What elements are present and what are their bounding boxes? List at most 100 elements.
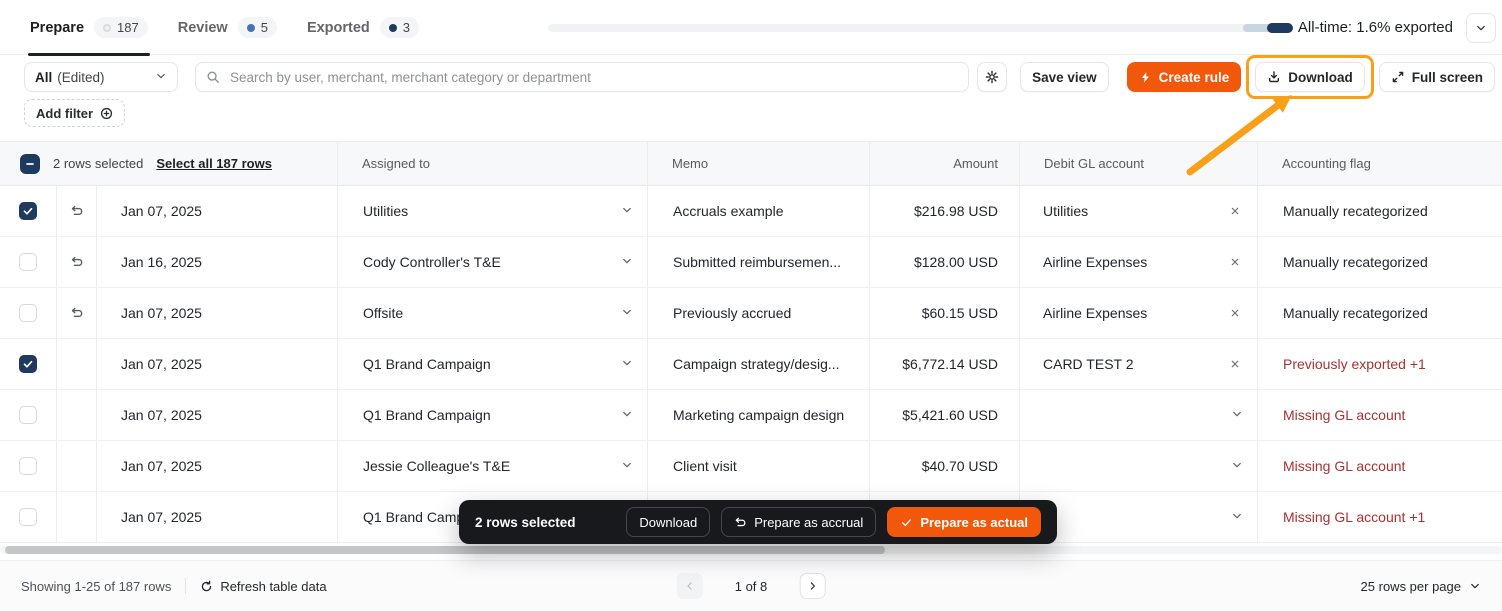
table-settings-button[interactable] (977, 62, 1007, 92)
prev-page-button[interactable] (677, 573, 703, 599)
add-filter-label: Add filter (36, 106, 93, 121)
clear-gl-button[interactable] (1227, 254, 1243, 270)
showing-rows-label: Showing 1-25 of 187 rows (21, 579, 171, 594)
tab-exported-count: 3 (403, 20, 410, 35)
memo-value: Submitted reimbursemen... (673, 254, 841, 270)
row-checkbox[interactable] (19, 202, 37, 220)
table-header: 2 rows selected Select all 187 rows Assi… (0, 141, 1502, 186)
memo-cell[interactable]: Accruals example (648, 186, 870, 236)
save-view-button[interactable]: Save view (1020, 62, 1109, 92)
row-checkbox[interactable] (19, 355, 37, 373)
assigned-to-dropdown[interactable]: Jessie Colleague's T&E (338, 441, 648, 491)
table-body: Jan 07, 2025 Utilities Accruals example … (0, 186, 1502, 543)
search-input[interactable] (228, 69, 958, 86)
tab-prepare-count: 187 (117, 20, 139, 35)
refresh-table-button[interactable]: Refresh table data (200, 579, 326, 594)
tab-prepare-label: Prepare (30, 20, 84, 36)
clear-gl-button[interactable] (1227, 305, 1243, 321)
selection-count: 2 rows selected (53, 156, 143, 171)
column-header-memo[interactable]: Memo (648, 142, 870, 185)
tab-prepare[interactable]: Prepare 187 (28, 0, 150, 55)
table-footer: Showing 1-25 of 187 rows Refresh table d… (0, 560, 1502, 611)
add-filter-button[interactable]: Add filter (24, 99, 125, 127)
row-checkbox[interactable] (19, 457, 37, 475)
memo-cell[interactable]: Client visit (648, 441, 870, 491)
memo-cell[interactable]: Previously accrued (648, 288, 870, 338)
row-checkbox[interactable] (19, 304, 37, 322)
flag-value: Missing GL account (1283, 407, 1405, 423)
tab-review[interactable]: Review 5 (176, 0, 279, 55)
bulk-selection-count: 2 rows selected (475, 515, 576, 530)
assigned-to-dropdown[interactable]: Q1 Brand Campaign (338, 390, 648, 440)
next-page-button[interactable] (799, 573, 825, 599)
amount-cell: $128.00 USD (870, 237, 1020, 287)
progress-ring-icon (103, 24, 111, 32)
page-indicator: 1 of 8 (735, 579, 768, 594)
gl-account-dropdown[interactable] (1020, 390, 1258, 440)
memo-cell[interactable]: Submitted reimbursemen... (648, 237, 870, 287)
transaction-date: Jan 16, 2025 (97, 237, 338, 287)
search-field[interactable] (195, 62, 969, 92)
create-rule-button[interactable]: Create rule (1127, 62, 1242, 92)
download-label: Download (1288, 70, 1353, 85)
clear-gl-button[interactable] (1227, 203, 1243, 219)
memo-cell[interactable]: Marketing campaign design (648, 390, 870, 440)
transaction-date: Jan 07, 2025 (97, 390, 338, 440)
select-all-checkbox[interactable] (20, 154, 40, 174)
row-checkbox[interactable] (19, 508, 37, 526)
tab-exported[interactable]: Exported 3 (305, 0, 421, 55)
close-icon (1229, 358, 1241, 370)
table-controls: All (Edited) Save view Create rule Downl… (0, 55, 1502, 99)
tab-exported-label: Exported (307, 20, 370, 36)
repeat-icon (70, 204, 84, 218)
memo-value: Previously accrued (673, 305, 791, 321)
assigned-to-dropdown[interactable]: Utilities (338, 186, 648, 236)
full-screen-button[interactable]: Full screen (1379, 62, 1495, 92)
gl-account-dropdown[interactable]: Airline Expenses (1020, 288, 1258, 338)
row-checkbox[interactable] (19, 253, 37, 271)
select-all-link[interactable]: Select all 187 rows (156, 156, 272, 171)
gl-account-value: Utilities (1043, 203, 1088, 219)
gl-account-dropdown[interactable] (1020, 441, 1258, 491)
progress-segment-exported (1267, 23, 1293, 33)
scrollbar-thumb[interactable] (5, 546, 885, 554)
clear-gl-button[interactable] (1227, 356, 1243, 372)
assigned-to-dropdown[interactable]: Cody Controller's T&E (338, 237, 648, 287)
table-row: Jan 07, 2025 Q1 Brand Campaign Campaign … (0, 339, 1502, 390)
column-header-debit-gl[interactable]: Debit GL account (1020, 142, 1258, 185)
tab-exported-badge: 3 (380, 17, 419, 38)
rows-per-page-dropdown[interactable]: 25 rows per page (1361, 561, 1481, 611)
accounting-transactions-page: Prepare 187 Review 5 Exported 3 (0, 0, 1502, 611)
amount-cell: $6,772.14 USD (870, 339, 1020, 389)
amount-cell: $5,421.60 USD (870, 390, 1020, 440)
assigned-to-value: Offsite (363, 305, 403, 321)
accounting-flag-cell: Manually recategorized (1258, 186, 1502, 236)
assigned-to-dropdown[interactable]: Offsite (338, 288, 648, 338)
gl-account-dropdown[interactable]: Airline Expenses (1020, 237, 1258, 287)
bulk-download-button[interactable]: Download (626, 507, 710, 537)
chevron-down-icon (1231, 408, 1243, 420)
transaction-date: Jan 07, 2025 (97, 186, 338, 236)
close-icon (1229, 307, 1241, 319)
filter-dropdown[interactable]: All (Edited) (24, 62, 178, 92)
prepare-as-accrual-label: Prepare as accrual (754, 515, 863, 530)
download-button[interactable]: Download (1255, 62, 1365, 92)
prepare-as-accrual-button[interactable]: Prepare as accrual (721, 507, 876, 537)
refresh-label: Refresh table data (220, 579, 326, 594)
memo-value: Accruals example (673, 203, 784, 219)
row-checkbox[interactable] (19, 406, 37, 424)
prepare-as-actual-button[interactable]: Prepare as actual (887, 507, 1041, 537)
chevron-down-icon (1231, 459, 1243, 471)
memo-cell[interactable]: Campaign strategy/desig... (648, 339, 870, 389)
close-icon (1229, 205, 1241, 217)
gl-account-dropdown[interactable]: CARD TEST 2 (1020, 339, 1258, 389)
chevron-down-icon (1231, 510, 1243, 522)
column-header-accounting-flag[interactable]: Accounting flag (1258, 142, 1502, 185)
column-header-assigned-to[interactable]: Assigned to (338, 142, 648, 185)
column-header-amount[interactable]: Amount (870, 142, 1020, 185)
alltime-expand-button[interactable] (1466, 13, 1496, 43)
assigned-to-dropdown[interactable]: Q1 Brand Campaign (338, 339, 648, 389)
gl-account-dropdown[interactable]: Utilities (1020, 186, 1258, 236)
flag-value: Manually recategorized (1283, 254, 1428, 270)
check-icon (900, 516, 913, 529)
